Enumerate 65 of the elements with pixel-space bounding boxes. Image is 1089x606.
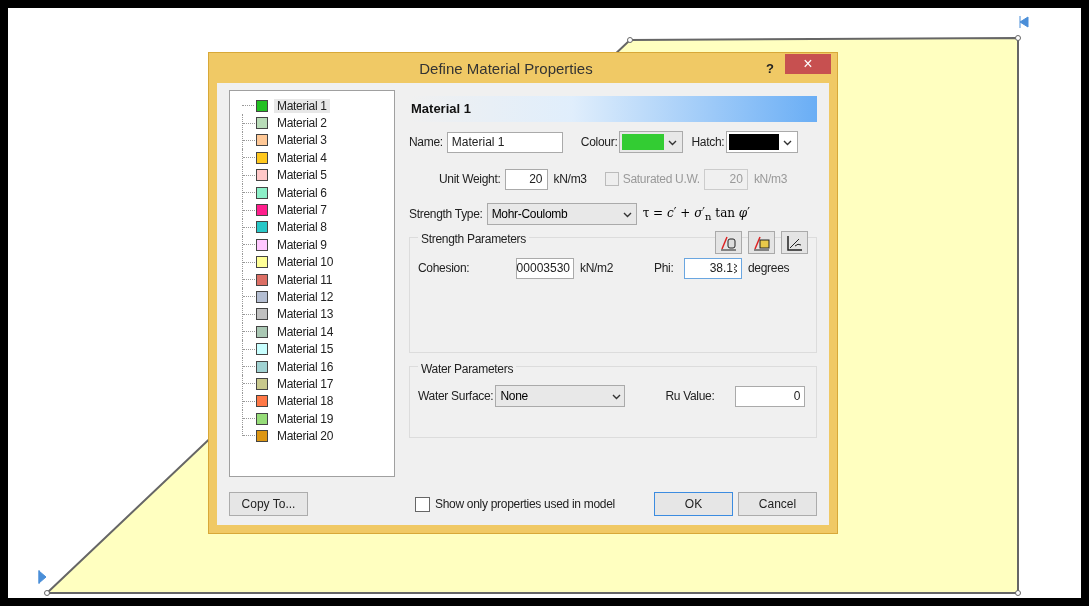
material-item[interactable]: Material 4 [274,150,330,165]
cohesion-label: Cohesion: [418,261,471,275]
colour-label: Colour: [580,135,618,149]
chart-tool-button[interactable] [748,231,775,254]
unit-label: kN/m2 [580,261,615,275]
strength-type-dropdown[interactable]: Mohr-Coulomb [486,203,637,225]
spin-icon [734,262,738,274]
water-surface-label: Water Surface: [418,389,494,403]
chart-icon [753,234,770,251]
material-item[interactable]: Material 17 [274,376,337,391]
unit-label: kN/m3 [553,172,587,186]
material-item[interactable]: Material 5 [274,168,330,183]
help-button[interactable]: ? [755,59,785,77]
phi-label: Phi: [654,261,675,275]
cohesion-field[interactable]: 00003530 [516,257,574,279]
caret-icon [667,138,677,146]
name-field[interactable]: Material 1 [446,131,563,153]
hatch-dropdown[interactable] [726,131,799,153]
material-item[interactable]: Material 14 [274,324,337,339]
material-item[interactable]: Material 16 [274,359,337,374]
material-header: Material 1 [409,96,817,122]
show-only-checkbox[interactable] [415,496,430,512]
caret-icon [623,210,633,218]
material-item[interactable]: Material 11 [274,272,336,287]
material-item[interactable]: Material 15 [274,342,337,357]
unit-weight-label: Unit Weight: [439,172,501,186]
unit-label: degrees [748,261,790,275]
ru-value-label: Ru Value: [665,389,716,403]
group-title: Water Parameters [418,362,517,376]
ru-value-field[interactable]: 0 [735,385,806,407]
window-title: Define Material Properties [418,59,594,77]
material-item[interactable]: Material 19 [274,411,337,426]
chart-icon [720,234,737,251]
chart-tool-button[interactable] [781,231,808,254]
material-item[interactable]: Material 9 [274,237,330,252]
material-item[interactable]: Material 12 [274,290,337,304]
water-surface-dropdown[interactable]: None [495,385,626,407]
hatch-label: Hatch: [691,135,725,149]
chart-icon [786,234,803,251]
material-item[interactable]: Material 8 [274,220,330,235]
chart-tool-button[interactable] [715,231,742,254]
caret-icon [782,138,792,146]
formula-text: τ = c′ + σ′$_{n}$ tan φ′ [642,205,750,223]
cancel-button[interactable]: Cancel [738,492,817,516]
caret-icon [611,392,621,400]
material-item[interactable]: Material 3 [274,133,330,148]
phi-field[interactable]: 38.1 [684,257,742,279]
unit-label: kN/m3 [753,172,788,186]
material-item[interactable]: Material 20 [274,429,337,444]
strength-type-label: Strength Type: [409,207,483,221]
name-label: Name: [409,135,443,149]
material-item[interactable]: Material 1 [274,98,330,113]
ok-button[interactable]: OK [654,492,733,516]
material-item[interactable]: Material 6 [274,185,330,200]
material-item[interactable]: Material 10 [274,255,337,270]
close-button[interactable]: × [785,54,831,74]
material-item[interactable]: Material 2 [274,116,330,131]
group-title: Strength Parameters [418,232,530,246]
unit-weight-field[interactable]: 20 [504,168,548,190]
material-item[interactable]: Material 7 [274,203,330,218]
material-item[interactable]: Material 13 [274,307,337,322]
material-item[interactable]: Material 18 [274,394,337,409]
copy-to-button[interactable]: Copy To... [229,492,308,516]
saturated-label: Saturated U.W. [622,172,700,186]
show-only-label: Show only properties used in model [435,497,616,511]
